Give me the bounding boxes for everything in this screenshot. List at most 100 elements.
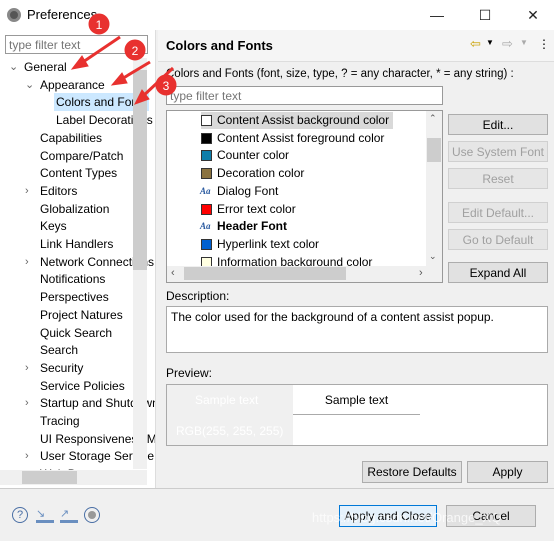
color-font-item[interactable]: Decoration color [201, 165, 304, 182]
tree-item-label: Service Policies [40, 378, 125, 393]
tree-item[interactable]: Globalization [40, 200, 109, 218]
tree-item-label: Compare/Patch [40, 148, 124, 163]
cancel-button[interactable]: Cancel [446, 505, 536, 527]
tree-item[interactable]: Content Types [40, 164, 117, 182]
color-swatch-icon [201, 238, 212, 250]
color-font-item[interactable]: Aa Header Font [200, 218, 288, 235]
splitter[interactable] [155, 30, 158, 488]
record-icon[interactable] [84, 507, 100, 523]
color-font-item[interactable]: Error text color [201, 201, 296, 218]
view-menu-icon[interactable]: ⋮ [538, 37, 550, 51]
tree-vertical-scrollbar[interactable] [133, 58, 147, 469]
apply-and-close-button[interactable]: Apply and Close [339, 505, 437, 527]
apply-button[interactable]: Apply [467, 461, 548, 483]
font-icon: Aa [200, 185, 211, 196]
tree-item-label: Editors [40, 183, 78, 198]
close-button[interactable]: ✕ [518, 4, 548, 26]
tree-item[interactable]: › Editors [25, 182, 78, 200]
reset-button[interactable]: Reset [448, 168, 548, 189]
description-text: The color used for the background of a c… [166, 306, 548, 353]
list-vertical-scrollbar[interactable]: ⌃ ⌄ [426, 111, 442, 267]
tree-item-label: Keys [40, 219, 67, 234]
color-font-item[interactable]: Aa Dialog Font [200, 183, 278, 200]
tree-item[interactable]: › Security [25, 359, 84, 377]
expand-all-button[interactable]: Expand All [448, 262, 548, 283]
tree-item[interactable]: Project Natures [40, 306, 123, 324]
tree-item[interactable]: ⌄ Appearance [25, 76, 105, 94]
tree-item-label: Notifications [40, 272, 106, 287]
scroll-thumb[interactable] [184, 267, 346, 280]
chevron-right-icon[interactable]: › [25, 447, 35, 465]
tree-item-label: Link Handlers [40, 237, 114, 251]
chevron-down-icon[interactable]: ⌄ [25, 76, 35, 94]
back-arrow-icon[interactable]: ⇦ [470, 36, 481, 52]
filter-label: Colors and Fonts (font, size, type, ? = … [166, 68, 514, 80]
preview-label: Preview: [166, 366, 213, 380]
page-header: Colors and Fonts ⇦ ▼ ⇨ ▼ ⋮ [158, 30, 554, 62]
tree-item-label: Security [40, 360, 84, 375]
chevron-right-icon[interactable]: › [25, 359, 35, 377]
restore-defaults-button[interactable]: Restore Defaults [362, 461, 462, 483]
tree-item-label: Capabilities [40, 130, 103, 145]
chevron-right-icon[interactable]: › [25, 253, 35, 271]
color-swatch-icon [201, 203, 212, 215]
tree-item[interactable]: ⌄ General [9, 58, 67, 76]
scroll-thumb[interactable] [133, 70, 147, 270]
color-font-item[interactable]: Counter color [201, 147, 289, 164]
tree-item[interactable]: Tracing [40, 412, 80, 430]
item-label: Header Font [217, 219, 288, 234]
title-bar: Preferences — ☐ ✕ [0, 0, 554, 30]
color-font-item[interactable]: Content Assist foreground color [201, 130, 384, 147]
back-dropdown-icon[interactable]: ▼ [486, 38, 494, 47]
tree-item[interactable]: Notifications [40, 270, 105, 288]
tree-item-label: Tracing [40, 414, 80, 428]
edit-button[interactable]: Edit... [448, 114, 548, 135]
item-label: Content Assist background color [217, 113, 390, 127]
color-swatch-icon [201, 132, 212, 144]
tree-item-label: Globalization [40, 201, 110, 216]
tree-item[interactable]: Link Handlers [40, 235, 113, 253]
import-icon[interactable]: ↘ [36, 507, 54, 523]
tree-horizontal-scrollbar[interactable] [0, 470, 147, 485]
color-font-item[interactable]: Content Assist background color [201, 112, 394, 129]
tree-item[interactable]: Keys [40, 217, 67, 235]
tree-filter-input[interactable] [5, 35, 148, 54]
font-icon: Aa [200, 221, 211, 232]
chevron-right-icon[interactable]: › [25, 182, 35, 200]
export-icon[interactable]: ↗ [60, 507, 78, 523]
help-icon[interactable]: ? [12, 507, 28, 523]
use-system-font-button[interactable]: Use System Font [448, 141, 548, 162]
minimize-button[interactable]: — [422, 4, 452, 26]
tree-item[interactable]: Search [40, 341, 78, 359]
preview-sample-light: Sample text [293, 385, 420, 415]
item-label: Content Assist foreground color [217, 130, 385, 145]
color-swatch-icon [201, 168, 212, 180]
tree-item[interactable]: Quick Search [40, 324, 112, 342]
tree-item[interactable]: Compare/Patch [40, 147, 123, 165]
window-title: Preferences [27, 7, 98, 22]
edit-default-button[interactable]: Edit Default... [448, 202, 548, 223]
color-font-item[interactable]: Hyperlink text color [201, 236, 319, 253]
tree-item[interactable]: Service Policies [40, 377, 125, 395]
tree-item[interactable]: Perspectives [40, 288, 109, 306]
list-horizontal-scrollbar[interactable]: ‹ › [167, 266, 442, 282]
forward-dropdown-icon[interactable]: ▼ [520, 38, 528, 47]
colors-filter-input[interactable] [166, 86, 443, 105]
chevron-right-icon[interactable]: › [25, 394, 35, 412]
tree-item-label: Perspectives [40, 290, 109, 305]
forward-arrow-icon[interactable]: ⇨ [502, 36, 513, 52]
tree-item-label: Quick Search [40, 325, 113, 340]
preview-rgb: RGB(255, 255, 255) [176, 424, 284, 438]
eclipse-icon [7, 8, 21, 22]
maximize-button[interactable]: ☐ [470, 4, 500, 26]
colors-fonts-tree[interactable]: Content Assist background color Content A… [166, 110, 443, 283]
tree-item-label: Project Natures [40, 307, 123, 322]
page-title: Colors and Fonts [166, 38, 273, 53]
go-to-default-button[interactable]: Go to Default [448, 229, 548, 250]
preview-box: Sample text RGB(255, 255, 255) Sample te… [166, 384, 548, 446]
chevron-down-icon[interactable]: ⌄ [9, 58, 19, 76]
scroll-thumb[interactable] [22, 471, 77, 484]
preview-sample-dark: Sample text [195, 393, 259, 407]
scroll-thumb[interactable] [427, 138, 441, 162]
tree-item[interactable]: Capabilities [40, 129, 102, 147]
